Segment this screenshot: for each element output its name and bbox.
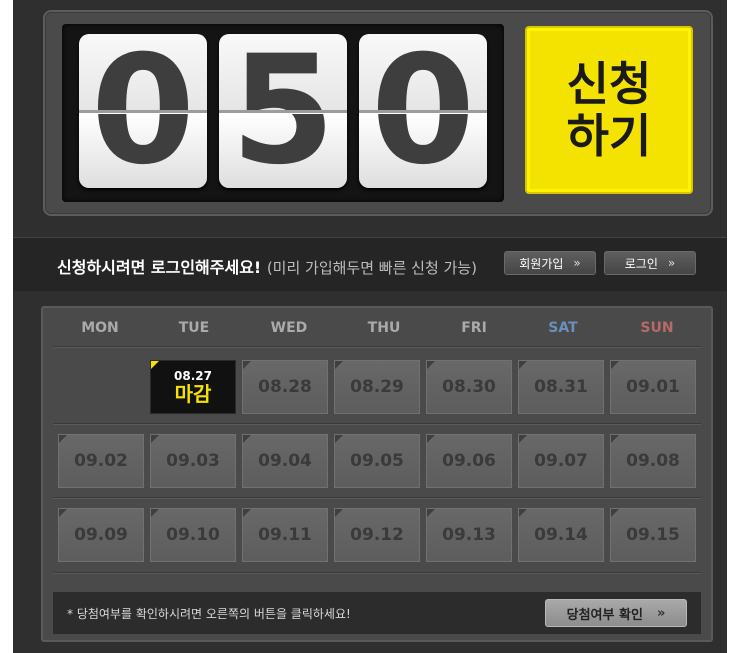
login-message-sub: (미리 가입해두면 빠른 신청 가능) <box>266 259 477 277</box>
flip-split-line <box>219 110 347 113</box>
weekday-tue: TUE <box>178 320 210 336</box>
calendar-day[interactable]: 09.03 <box>150 434 236 488</box>
login-bar: 신청하시려면 로그인해주세요! (미리 가입해두면 빠른 신청 가능) 회원가입… <box>13 237 727 291</box>
calendar-day[interactable]: 09.05 <box>334 434 420 488</box>
calendar-day[interactable]: 09.08 <box>610 434 696 488</box>
divider <box>53 423 701 424</box>
counter-display: 0 5 0 <box>62 24 504 202</box>
result-check-bar: * 당첨여부를 확인하시려면 오른쪽의 버튼을 클릭하세요! 당첨여부 확인 » <box>53 592 701 634</box>
check-result-button[interactable]: 당첨여부 확인 » <box>545 599 687 627</box>
calendar-day-closed: 08.27 마감 <box>150 360 236 414</box>
join-button[interactable]: 회원가입 » <box>504 251 596 275</box>
calendar-day[interactable]: 09.15 <box>610 508 696 562</box>
result-check-note: * 당첨여부를 확인하시려면 오른쪽의 버튼을 클릭하세요! <box>67 607 351 621</box>
weekday-thu: THU <box>367 320 401 336</box>
join-button-label: 회원가입 <box>519 256 564 271</box>
calendar-day[interactable]: 08.29 <box>334 360 420 414</box>
calendar-day[interactable]: 09.09 <box>58 508 144 562</box>
apply-button[interactable]: 신청 하기 <box>525 26 693 194</box>
calendar-day[interactable]: 08.30 <box>426 360 512 414</box>
chevron-right-icon: » <box>573 256 581 270</box>
calendar-day[interactable]: 09.04 <box>242 434 328 488</box>
calendar-day[interactable]: 09.06 <box>426 434 512 488</box>
event-calendar: MON TUE WED THU FRI SAT SUN 08.27 마감 08.… <box>41 306 713 642</box>
check-result-button-label: 당첨여부 확인 <box>566 607 643 623</box>
applicant-counter-panel: 0 5 0 신청 하기 <box>43 10 713 216</box>
closed-day-status: 마감 <box>174 382 212 406</box>
calendar-day[interactable]: 09.12 <box>334 508 420 562</box>
weekday-fri: FRI <box>461 320 487 336</box>
chevron-right-icon: » <box>656 605 666 621</box>
divider <box>53 572 701 573</box>
counter-digit-2: 5 <box>219 34 347 188</box>
login-message-main: 신청하시려면 로그인해주세요! <box>57 258 262 277</box>
calendar-day[interactable]: 09.11 <box>242 508 328 562</box>
calendar-day[interactable]: 09.01 <box>610 360 696 414</box>
closed-day-date: 08.27 <box>174 369 212 383</box>
divider <box>53 346 701 347</box>
flip-split-line <box>79 110 207 113</box>
flip-split-line <box>359 110 487 113</box>
calendar-day[interactable]: 09.13 <box>426 508 512 562</box>
weekday-sun: SUN <box>640 320 674 336</box>
event-app: 0 5 0 신청 하기 신청하시려면 로그인해주세요! (미리 가입해두면 빠른… <box>13 0 727 653</box>
weekday-mon: MON <box>81 320 119 336</box>
apply-button-label: 신청 하기 <box>566 57 652 163</box>
login-message: 신청하시려면 로그인해주세요! (미리 가입해두면 빠른 신청 가능) <box>57 254 477 278</box>
calendar-day[interactable]: 09.07 <box>518 434 604 488</box>
login-button-label: 로그인 <box>624 256 658 271</box>
calendar-day[interactable]: 08.31 <box>518 360 604 414</box>
calendar-day[interactable]: 09.02 <box>58 434 144 488</box>
weekday-sat: SAT <box>548 320 578 336</box>
login-button[interactable]: 로그인 » <box>604 251 696 275</box>
divider <box>53 497 701 498</box>
calendar-day[interactable]: 09.10 <box>150 508 236 562</box>
weekday-wed: WED <box>270 320 308 336</box>
calendar-day[interactable]: 08.28 <box>242 360 328 414</box>
counter-digit-1: 0 <box>79 34 207 188</box>
chevron-right-icon: » <box>667 256 676 270</box>
counter-digit-3: 0 <box>359 34 487 188</box>
calendar-day[interactable]: 09.14 <box>518 508 604 562</box>
